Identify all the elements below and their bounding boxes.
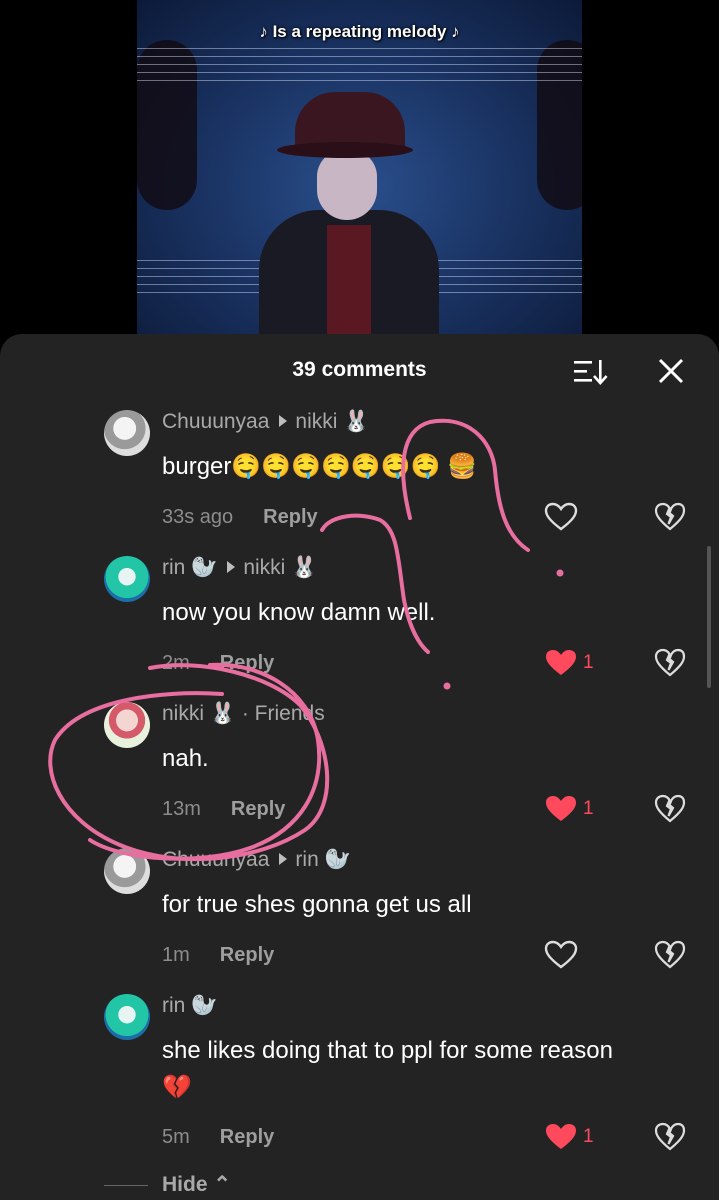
comment-meta: 5m Reply [162, 1126, 274, 1149]
comment-header: Chuuunyaa rin 🦭 [162, 848, 351, 872]
comment-meta: 33s ago Reply [162, 506, 318, 529]
reply-arrow-icon [279, 853, 288, 866]
music-staff [137, 48, 582, 88]
character-vest [327, 225, 371, 340]
comment-time: 13m [162, 798, 201, 820]
comments-panel: 39 comments Chuuunyaa nikki 🐰 burger🤤🤤🤤🤤🤤… [0, 334, 719, 1200]
comment-header: Chuuunyaa nikki 🐰 [162, 410, 369, 434]
like-count: 1 [583, 652, 594, 673]
heart-icon[interactable] [544, 648, 578, 678]
like-count: 1 [583, 798, 594, 819]
divider-line [104, 1184, 148, 1186]
comment-header: rin 🦭 [162, 994, 217, 1018]
broken-heart-icon[interactable] [654, 502, 686, 532]
comment-text: now you know damn well. [162, 599, 436, 626]
character-hat-brim [277, 142, 413, 158]
reply-button[interactable]: Reply [220, 944, 274, 966]
comment-header: nikki 🐰 · Friends [162, 702, 325, 726]
broken-heart-icon[interactable] [654, 1122, 686, 1152]
reply-button[interactable]: Reply [220, 1126, 274, 1148]
hide-label: Hide [162, 1173, 208, 1196]
heart-icon[interactable] [544, 794, 578, 824]
broken-heart-icon[interactable] [654, 940, 686, 970]
video-player[interactable]: ♪ Is a repeating melody ♪ [137, 0, 582, 340]
close-icon[interactable] [656, 356, 686, 386]
heart-icon[interactable] [544, 502, 578, 532]
broken-heart-icon[interactable] [654, 648, 686, 678]
avatar[interactable] [104, 556, 150, 602]
broken-heart-icon[interactable] [654, 794, 686, 824]
reply-button[interactable]: Reply [220, 652, 274, 674]
comment-header: rin 🦭 nikki 🐰 [162, 556, 317, 580]
avatar[interactable] [104, 410, 150, 456]
scrollbar[interactable] [707, 546, 711, 688]
comment-author[interactable]: nikki 🐰 [162, 702, 236, 725]
comment-author[interactable]: Chuuunyaa [162, 848, 269, 871]
avatar[interactable] [104, 994, 150, 1040]
comments-count: 39 comments [292, 358, 427, 381]
comment-meta: 13m Reply [162, 798, 285, 821]
reply-arrow-icon [279, 415, 288, 428]
like-count: 1 [583, 1126, 594, 1147]
comment-time: 33s ago [162, 506, 234, 528]
comment-meta: 1m Reply [162, 944, 274, 967]
avatar[interactable] [104, 848, 150, 894]
video-caption: ♪ Is a repeating melody ♪ [259, 22, 460, 41]
reply-to[interactable]: nikki 🐰 [243, 556, 317, 579]
comment-author[interactable]: rin 🦭 [162, 994, 217, 1017]
chevron-up-icon: ⌃ [213, 1173, 231, 1196]
comment-text: nah. [162, 745, 209, 772]
comment-text: burger🤤🤤🤤🤤🤤🤤🤤 🍔 [162, 453, 478, 480]
comment-time: 2m [162, 652, 190, 674]
reply-button[interactable]: Reply [263, 506, 317, 528]
comment-meta: 2m Reply [162, 652, 274, 675]
heart-icon[interactable] [544, 1122, 578, 1152]
comment-text: for true shes gonna get us all [162, 891, 472, 918]
sort-icon[interactable] [572, 358, 608, 386]
reply-to[interactable]: rin 🦭 [295, 848, 350, 871]
reply-button[interactable]: Reply [231, 798, 285, 820]
hide-replies-button[interactable]: Hide ⌃ [104, 1172, 231, 1197]
reply-to[interactable]: nikki 🐰 [295, 410, 369, 433]
comment-text: she likes doing that to ppl for some rea… [162, 1037, 613, 1101]
avatar[interactable] [104, 702, 150, 748]
character-face [317, 150, 377, 220]
comment-author[interactable]: Chuuunyaa [162, 410, 269, 433]
comment-time: 1m [162, 944, 190, 966]
comment-author[interactable]: rin 🦭 [162, 556, 217, 579]
comment-time: 5m [162, 1126, 190, 1148]
friends-tag: · Friends [241, 702, 325, 725]
heart-icon[interactable] [544, 940, 578, 970]
reply-arrow-icon [227, 561, 236, 574]
